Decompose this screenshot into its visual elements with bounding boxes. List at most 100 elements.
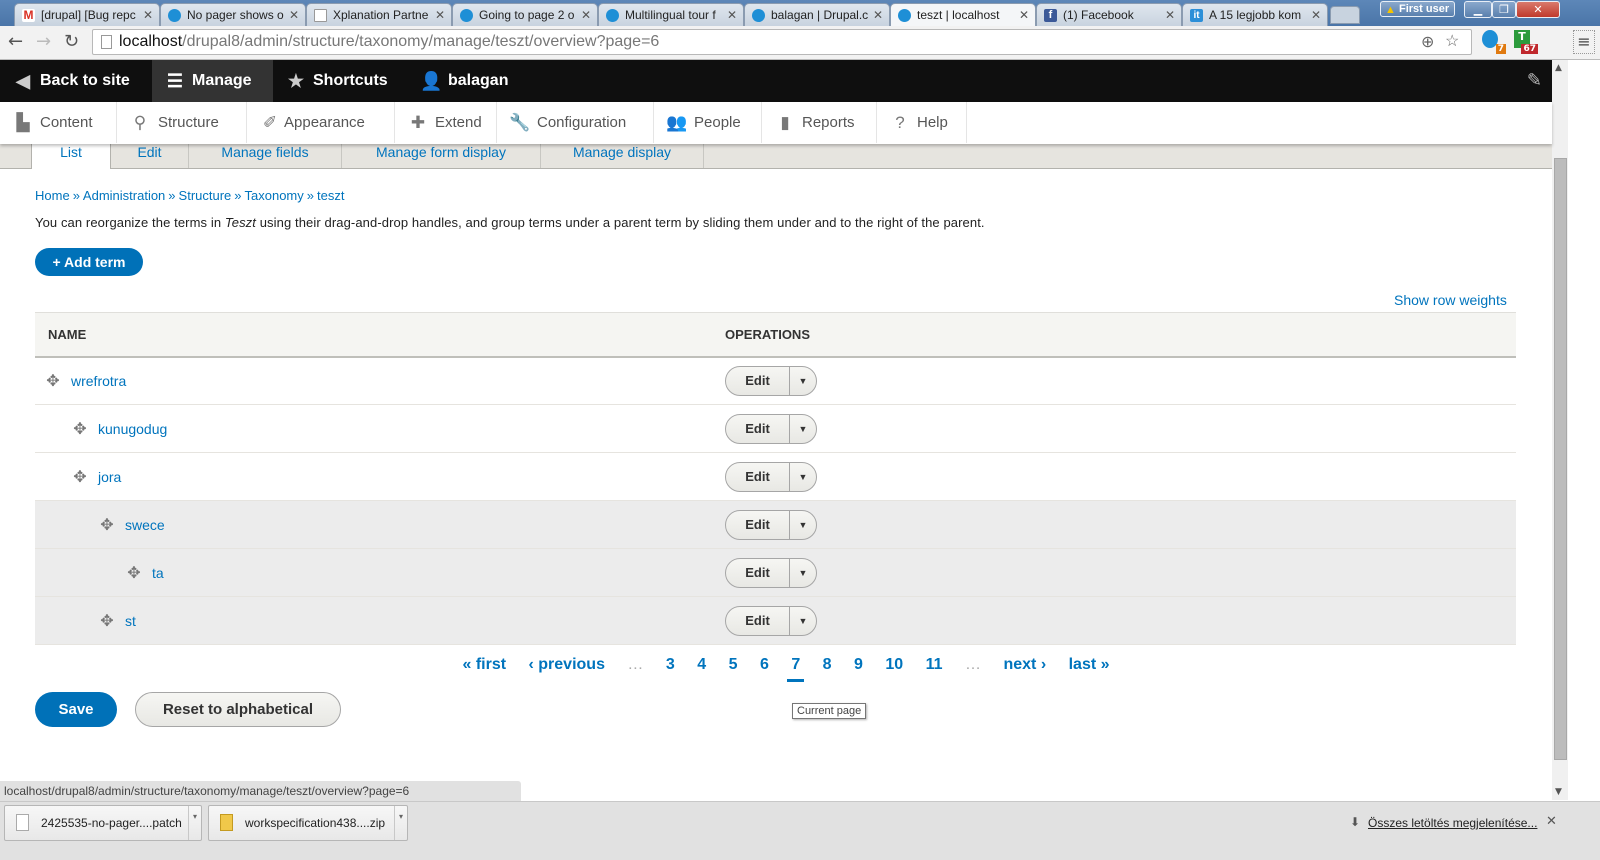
dropdown-toggle-icon[interactable]: ▼ bbox=[790, 511, 816, 539]
drupal-extension-icon[interactable]: 7 bbox=[1482, 30, 1506, 54]
profile-button[interactable]: ▲ First user bbox=[1380, 1, 1455, 17]
tab-manage-display[interactable]: Manage display bbox=[541, 144, 704, 168]
close-icon[interactable]: ✕ bbox=[1019, 8, 1029, 22]
term-link[interactable]: st bbox=[125, 613, 136, 629]
tray-item-reports[interactable]: ▮ Reports bbox=[762, 102, 877, 143]
scroll-down-arrow-icon[interactable]: ▼ bbox=[1555, 787, 1562, 797]
reset-alphabetical-button[interactable]: Reset to alphabetical bbox=[135, 692, 341, 727]
pager-page[interactable]: 4 bbox=[697, 656, 706, 674]
pager-next[interactable]: next › bbox=[1003, 656, 1046, 674]
browser-menu-icon[interactable]: ≡ bbox=[1573, 30, 1595, 54]
forward-arrow-icon[interactable]: → bbox=[36, 31, 51, 52]
tray-item-content[interactable]: ▙ Content bbox=[0, 102, 117, 143]
pager-page[interactable]: 10 bbox=[885, 656, 903, 674]
edit-button[interactable]: Edit bbox=[726, 606, 790, 635]
pager-previous[interactable]: ‹ previous bbox=[529, 656, 605, 674]
browser-tab[interactable]: balagan | Drupal.c ✕ bbox=[744, 3, 890, 26]
tray-item-appearance[interactable]: ✐ Appearance bbox=[247, 102, 395, 143]
chevron-down-icon[interactable]: ▾ bbox=[188, 806, 201, 840]
pager-page[interactable]: 9 bbox=[854, 656, 863, 674]
browser-tab[interactable]: No pager shows o ✕ bbox=[160, 3, 306, 26]
drag-handle-icon[interactable]: ✥ bbox=[99, 611, 115, 631]
reload-icon[interactable]: ↻ bbox=[64, 31, 79, 52]
new-tab-button[interactable] bbox=[1330, 6, 1360, 24]
scroll-up-arrow-icon[interactable]: ▲ bbox=[1555, 63, 1562, 73]
tab-manage-fields[interactable]: Manage fields bbox=[189, 144, 342, 168]
breadcrumb-administration[interactable]: Administration bbox=[83, 188, 165, 203]
edit-button[interactable]: Edit bbox=[726, 366, 790, 395]
edit-button[interactable]: Edit bbox=[726, 510, 790, 539]
user-tab[interactable]: 👤 balagan bbox=[408, 60, 520, 102]
drag-handle-icon[interactable]: ✥ bbox=[45, 371, 61, 391]
download-item[interactable]: workspecification438....zip ▾ bbox=[208, 805, 408, 841]
tab-list[interactable]: List bbox=[31, 144, 111, 169]
bookmark-star-icon[interactable]: ☆ bbox=[1445, 31, 1459, 51]
back-arrow-icon[interactable]: ← bbox=[8, 31, 23, 52]
dropdown-toggle-icon[interactable]: ▼ bbox=[790, 559, 816, 587]
tray-item-structure[interactable]: ⚲ Structure bbox=[117, 102, 247, 143]
drag-handle-icon[interactable]: ✥ bbox=[126, 563, 142, 583]
window-close-button[interactable]: ✕ bbox=[1516, 1, 1560, 18]
close-icon[interactable]: ✕ bbox=[1165, 8, 1175, 22]
edit-button[interactable]: Edit bbox=[726, 558, 790, 587]
tab-edit[interactable]: Edit bbox=[111, 144, 189, 168]
close-icon[interactable]: ✕ bbox=[1311, 8, 1321, 22]
term-link[interactable]: jora bbox=[98, 469, 121, 485]
edit-pencil-icon[interactable]: ✎ bbox=[1527, 70, 1542, 91]
breadcrumb-home[interactable]: Home bbox=[35, 188, 70, 203]
scrollbar-thumb[interactable] bbox=[1554, 158, 1567, 760]
term-link[interactable]: swece bbox=[125, 517, 165, 533]
close-icon[interactable]: ✕ bbox=[727, 8, 737, 22]
pager-page[interactable]: 6 bbox=[760, 656, 769, 674]
page-scrollbar[interactable]: ▲ ▼ bbox=[1552, 60, 1568, 800]
pager-page[interactable]: 3 bbox=[666, 656, 675, 674]
pager-last[interactable]: last » bbox=[1069, 656, 1110, 674]
pager-page[interactable]: 11 bbox=[926, 656, 943, 674]
shortcuts-tab[interactable]: ★ Shortcuts bbox=[273, 60, 400, 102]
show-all-downloads-link[interactable]: ⬇ Összes letöltés megjelenítése... bbox=[1350, 815, 1537, 830]
show-row-weights-link[interactable]: Show row weights bbox=[1394, 292, 1507, 308]
dropdown-toggle-icon[interactable]: ▼ bbox=[790, 463, 816, 491]
tray-item-people[interactable]: 👥 People bbox=[654, 102, 762, 143]
close-icon[interactable]: ✕ bbox=[873, 8, 883, 22]
term-link[interactable]: ta bbox=[152, 565, 164, 581]
browser-tab-active[interactable]: teszt | localhost ✕ bbox=[890, 3, 1036, 27]
breadcrumb-taxonomy[interactable]: Taxonomy bbox=[245, 188, 304, 203]
dropdown-toggle-icon[interactable]: ▼ bbox=[790, 415, 816, 443]
download-item[interactable]: 2425535-no-pager....patch ▾ bbox=[4, 805, 202, 841]
save-button[interactable]: Save bbox=[35, 692, 117, 727]
dropdown-toggle-icon[interactable]: ▼ bbox=[790, 607, 816, 635]
edit-button[interactable]: Edit bbox=[726, 462, 790, 491]
drag-handle-icon[interactable]: ✥ bbox=[72, 419, 88, 439]
browser-tab[interactable]: Multilingual tour f ✕ bbox=[598, 3, 744, 26]
close-icon[interactable]: ✕ bbox=[143, 8, 153, 22]
zoom-icon[interactable]: ⊕ bbox=[1421, 32, 1434, 52]
maximize-button[interactable]: ❐ bbox=[1492, 1, 1516, 18]
term-link[interactable]: kunugodug bbox=[98, 421, 167, 437]
browser-tab[interactable]: Xplanation Partne ✕ bbox=[306, 3, 452, 26]
tray-item-extend[interactable]: ✚ Extend bbox=[395, 102, 497, 143]
breadcrumb-teszt[interactable]: teszt bbox=[317, 188, 344, 203]
close-downloads-icon[interactable]: ✕ bbox=[1546, 814, 1557, 829]
pager-current-page[interactable]: 7 bbox=[787, 656, 805, 682]
close-icon[interactable]: ✕ bbox=[581, 8, 591, 22]
pager-page[interactable]: 5 bbox=[729, 656, 738, 674]
tray-item-help[interactable]: ? Help bbox=[877, 102, 967, 143]
add-term-button[interactable]: + Add term bbox=[35, 248, 143, 276]
pager-first[interactable]: « first bbox=[462, 656, 506, 674]
browser-tab[interactable]: M [drupal] [Bug repc ✕ bbox=[14, 3, 160, 26]
close-icon[interactable]: ✕ bbox=[435, 8, 445, 22]
tray-item-configuration[interactable]: 🔧 Configuration bbox=[497, 102, 654, 143]
close-icon[interactable]: ✕ bbox=[289, 8, 299, 22]
address-bar[interactable]: localhost/drupal8/admin/structure/taxono… bbox=[92, 29, 1472, 55]
drag-handle-icon[interactable]: ✥ bbox=[99, 515, 115, 535]
dropdown-toggle-icon[interactable]: ▼ bbox=[790, 367, 816, 395]
browser-tab[interactable]: Going to page 2 o ✕ bbox=[452, 3, 598, 26]
breadcrumb-structure[interactable]: Structure bbox=[179, 188, 232, 203]
term-link[interactable]: wrefrotra bbox=[71, 373, 126, 389]
drag-handle-icon[interactable]: ✥ bbox=[72, 467, 88, 487]
t-extension-icon[interactable]: T 67 bbox=[1514, 30, 1538, 54]
back-to-site-link[interactable]: ◀ Back to site bbox=[0, 60, 142, 102]
chevron-down-icon[interactable]: ▾ bbox=[394, 806, 407, 840]
browser-tab[interactable]: it A 15 legjobb kom ✕ bbox=[1182, 3, 1328, 26]
